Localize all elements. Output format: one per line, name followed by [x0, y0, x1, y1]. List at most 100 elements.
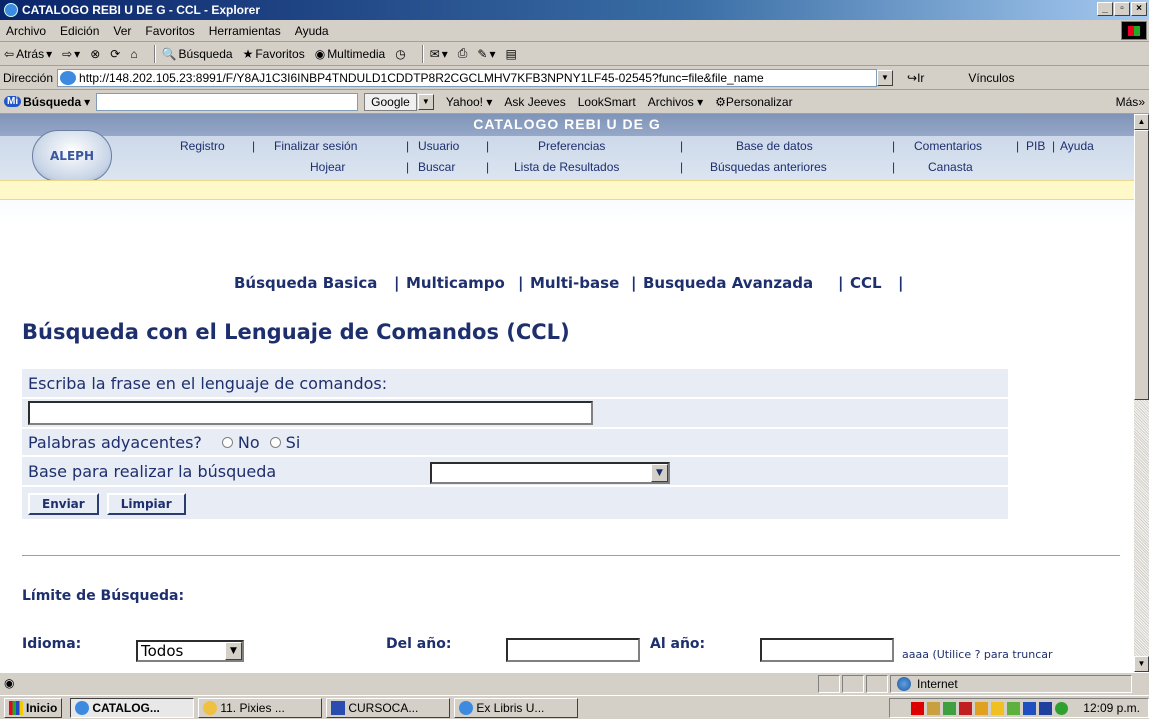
link-busqueda-basica[interactable]: Búsqueda Basica: [234, 274, 377, 292]
archivos-link[interactable]: Archivos ▾: [648, 95, 703, 109]
yahoo-link[interactable]: Yahoo! ▾: [446, 95, 493, 109]
address-input[interactable]: http://148.202.105.23:8991/F/Y8AJ1C3I6IN…: [57, 68, 878, 87]
second-nav: Hojear | Buscar | Lista de Resultados | …: [310, 160, 973, 174]
media-icon: ◉: [314, 46, 326, 61]
back-button[interactable]: ⇦ Atrás ▾: [4, 47, 52, 61]
start-button[interactable]: Inicio: [4, 697, 63, 718]
print-button[interactable]: ⎙: [458, 46, 468, 61]
mail-button[interactable]: ✉ ▾: [430, 47, 448, 61]
stop-button[interactable]: ⊗: [90, 47, 100, 61]
task-cursoca[interactable]: CURSOCA...: [326, 697, 451, 718]
nav-usuario[interactable]: Usuario: [418, 139, 459, 153]
google-search-input[interactable]: [96, 92, 359, 111]
task-catalog[interactable]: CATALOG...: [70, 697, 195, 718]
home-button[interactable]: ⌂: [130, 47, 137, 61]
command-label: Escriba la frase en el lenguaje de coman…: [28, 373, 388, 393]
network-icon[interactable]: [943, 701, 957, 715]
search-icon: 🔍: [161, 46, 177, 61]
clear-button[interactable]: Limpiar: [106, 493, 186, 515]
discuss-button[interactable]: ▤: [506, 47, 517, 61]
menu-archivo[interactable]: Archivo: [6, 24, 46, 38]
from-year-input[interactable]: [506, 638, 640, 662]
antivirus-icon[interactable]: [959, 701, 973, 715]
volume-icon[interactable]: [927, 701, 941, 715]
more-button[interactable]: Más»: [1116, 95, 1145, 109]
edit-button[interactable]: ✎ ▾: [477, 47, 495, 61]
nav-busquedas-anteriores[interactable]: Búsquedas anteriores: [710, 160, 827, 174]
norton-icon[interactable]: [911, 701, 925, 715]
google-button[interactable]: Google: [364, 92, 417, 111]
menu-ver[interactable]: Ver: [113, 24, 131, 38]
word-icon: [331, 700, 346, 715]
menu-ayuda[interactable]: Ayuda: [295, 24, 329, 38]
link-multicampo[interactable]: Multicampo: [406, 274, 505, 292]
nav-registro[interactable]: Registro: [180, 139, 225, 153]
nav-pib[interactable]: PIB: [1026, 139, 1045, 153]
messenger-icon[interactable]: [1055, 701, 1069, 715]
links-button[interactable]: Vínculos: [968, 71, 1014, 85]
base-select[interactable]: ▼: [430, 462, 670, 484]
language-icon[interactable]: [1039, 701, 1053, 715]
task-pixies[interactable]: 11. Pixies ...: [198, 697, 323, 718]
tray-app-icon[interactable]: [991, 701, 1005, 715]
limits-title: Límite de Búsqueda:: [22, 588, 185, 604]
search-button[interactable]: 🔍 Búsqueda: [162, 47, 233, 61]
link-ccl[interactable]: CCL: [850, 274, 882, 292]
vertical-scrollbar[interactable]: ▲ ▼: [1134, 114, 1149, 672]
google-dropdown-icon[interactable]: ▼: [417, 93, 434, 110]
personalizar-link[interactable]: ⚙Personalizar: [715, 95, 792, 109]
tray-app-icon[interactable]: [1007, 701, 1021, 715]
close-button[interactable]: ×: [1131, 2, 1147, 16]
menu-edicion[interactable]: Edición: [60, 24, 99, 38]
menu-herramientas[interactable]: Herramientas: [209, 24, 281, 38]
forward-button[interactable]: ⇨ ▾: [62, 47, 80, 61]
history-button[interactable]: ◷: [395, 47, 405, 61]
nav-hojear[interactable]: Hojear: [310, 160, 345, 174]
go-button[interactable]: ↪Ir: [907, 71, 924, 85]
link-multibase[interactable]: Multi-base: [530, 274, 619, 292]
top-nav: Registro | Finalizar sesión | Usuario | …: [180, 139, 1094, 153]
nav-lista-resultados[interactable]: Lista de Resultados: [514, 160, 619, 174]
task-exlibris[interactable]: Ex Libris U...: [454, 697, 579, 718]
favorites-button[interactable]: ★ Favoritos: [243, 47, 305, 61]
history-icon: ◷: [395, 46, 406, 61]
refresh-button[interactable]: ⟳: [110, 47, 120, 61]
busqueda-dropdown-icon[interactable]: ▾: [84, 95, 90, 109]
looksmart-link[interactable]: LookSmart: [578, 95, 636, 109]
media-button[interactable]: ◉ Multimedia: [315, 47, 386, 61]
message-bar: [0, 180, 1134, 200]
link-busqueda-avanzada[interactable]: Busqueda Avanzada: [643, 274, 813, 292]
nav-base-de-datos[interactable]: Base de datos: [736, 139, 813, 153]
page-title: Búsqueda con el Lenguaje de Comandos (CC…: [22, 320, 570, 344]
submit-button[interactable]: Enviar: [28, 493, 99, 515]
nav-buscar[interactable]: Buscar: [418, 160, 455, 174]
scroll-down-icon[interactable]: ▼: [1134, 656, 1149, 672]
windows-logo-icon: [1121, 21, 1147, 40]
nav-preferencias[interactable]: Preferencias: [538, 139, 605, 153]
to-year-input[interactable]: [760, 638, 894, 662]
nav-comentarios[interactable]: Comentarios: [914, 139, 982, 153]
radio-no[interactable]: [221, 436, 233, 448]
minimize-button[interactable]: _: [1097, 2, 1113, 16]
refresh-icon: ⟳: [110, 46, 121, 61]
standard-toolbar: ⇦ Atrás ▾ ⇨ ▾ ⊗ ⟳ ⌂ 🔍 Búsqueda ★ Favoritos …: [0, 42, 1149, 66]
maximize-button[interactable]: ▫: [1114, 2, 1130, 16]
radio-si[interactable]: [269, 436, 281, 448]
scroll-up-icon[interactable]: ▲: [1134, 114, 1149, 130]
scroll-thumb[interactable]: [1134, 130, 1149, 400]
busqueda-menu[interactable]: Búsqueda: [23, 95, 81, 109]
menu-favoritos[interactable]: Favoritos: [145, 24, 194, 38]
language-select[interactable]: Todos ▼: [136, 640, 244, 662]
from-year-label: Del año:: [386, 636, 452, 652]
askjeeves-link[interactable]: Ask Jeeves: [504, 95, 565, 109]
buttons-row: Enviar Limpiar: [22, 487, 1008, 521]
taskbar: Inicio CATALOG... 11. Pixies ... CURSOCA…: [0, 695, 1149, 719]
tray-app-icon[interactable]: [975, 701, 989, 715]
command-label-row: Escriba la frase en el lenguaje de coman…: [22, 369, 1008, 399]
tray-app-icon[interactable]: [1023, 701, 1037, 715]
command-input[interactable]: [28, 401, 593, 425]
address-dropdown-icon[interactable]: ▼: [877, 69, 894, 86]
nav-canasta[interactable]: Canasta: [928, 160, 973, 174]
nav-finalizar-sesion[interactable]: Finalizar sesión: [274, 139, 357, 153]
nav-ayuda[interactable]: Ayuda: [1060, 139, 1094, 153]
